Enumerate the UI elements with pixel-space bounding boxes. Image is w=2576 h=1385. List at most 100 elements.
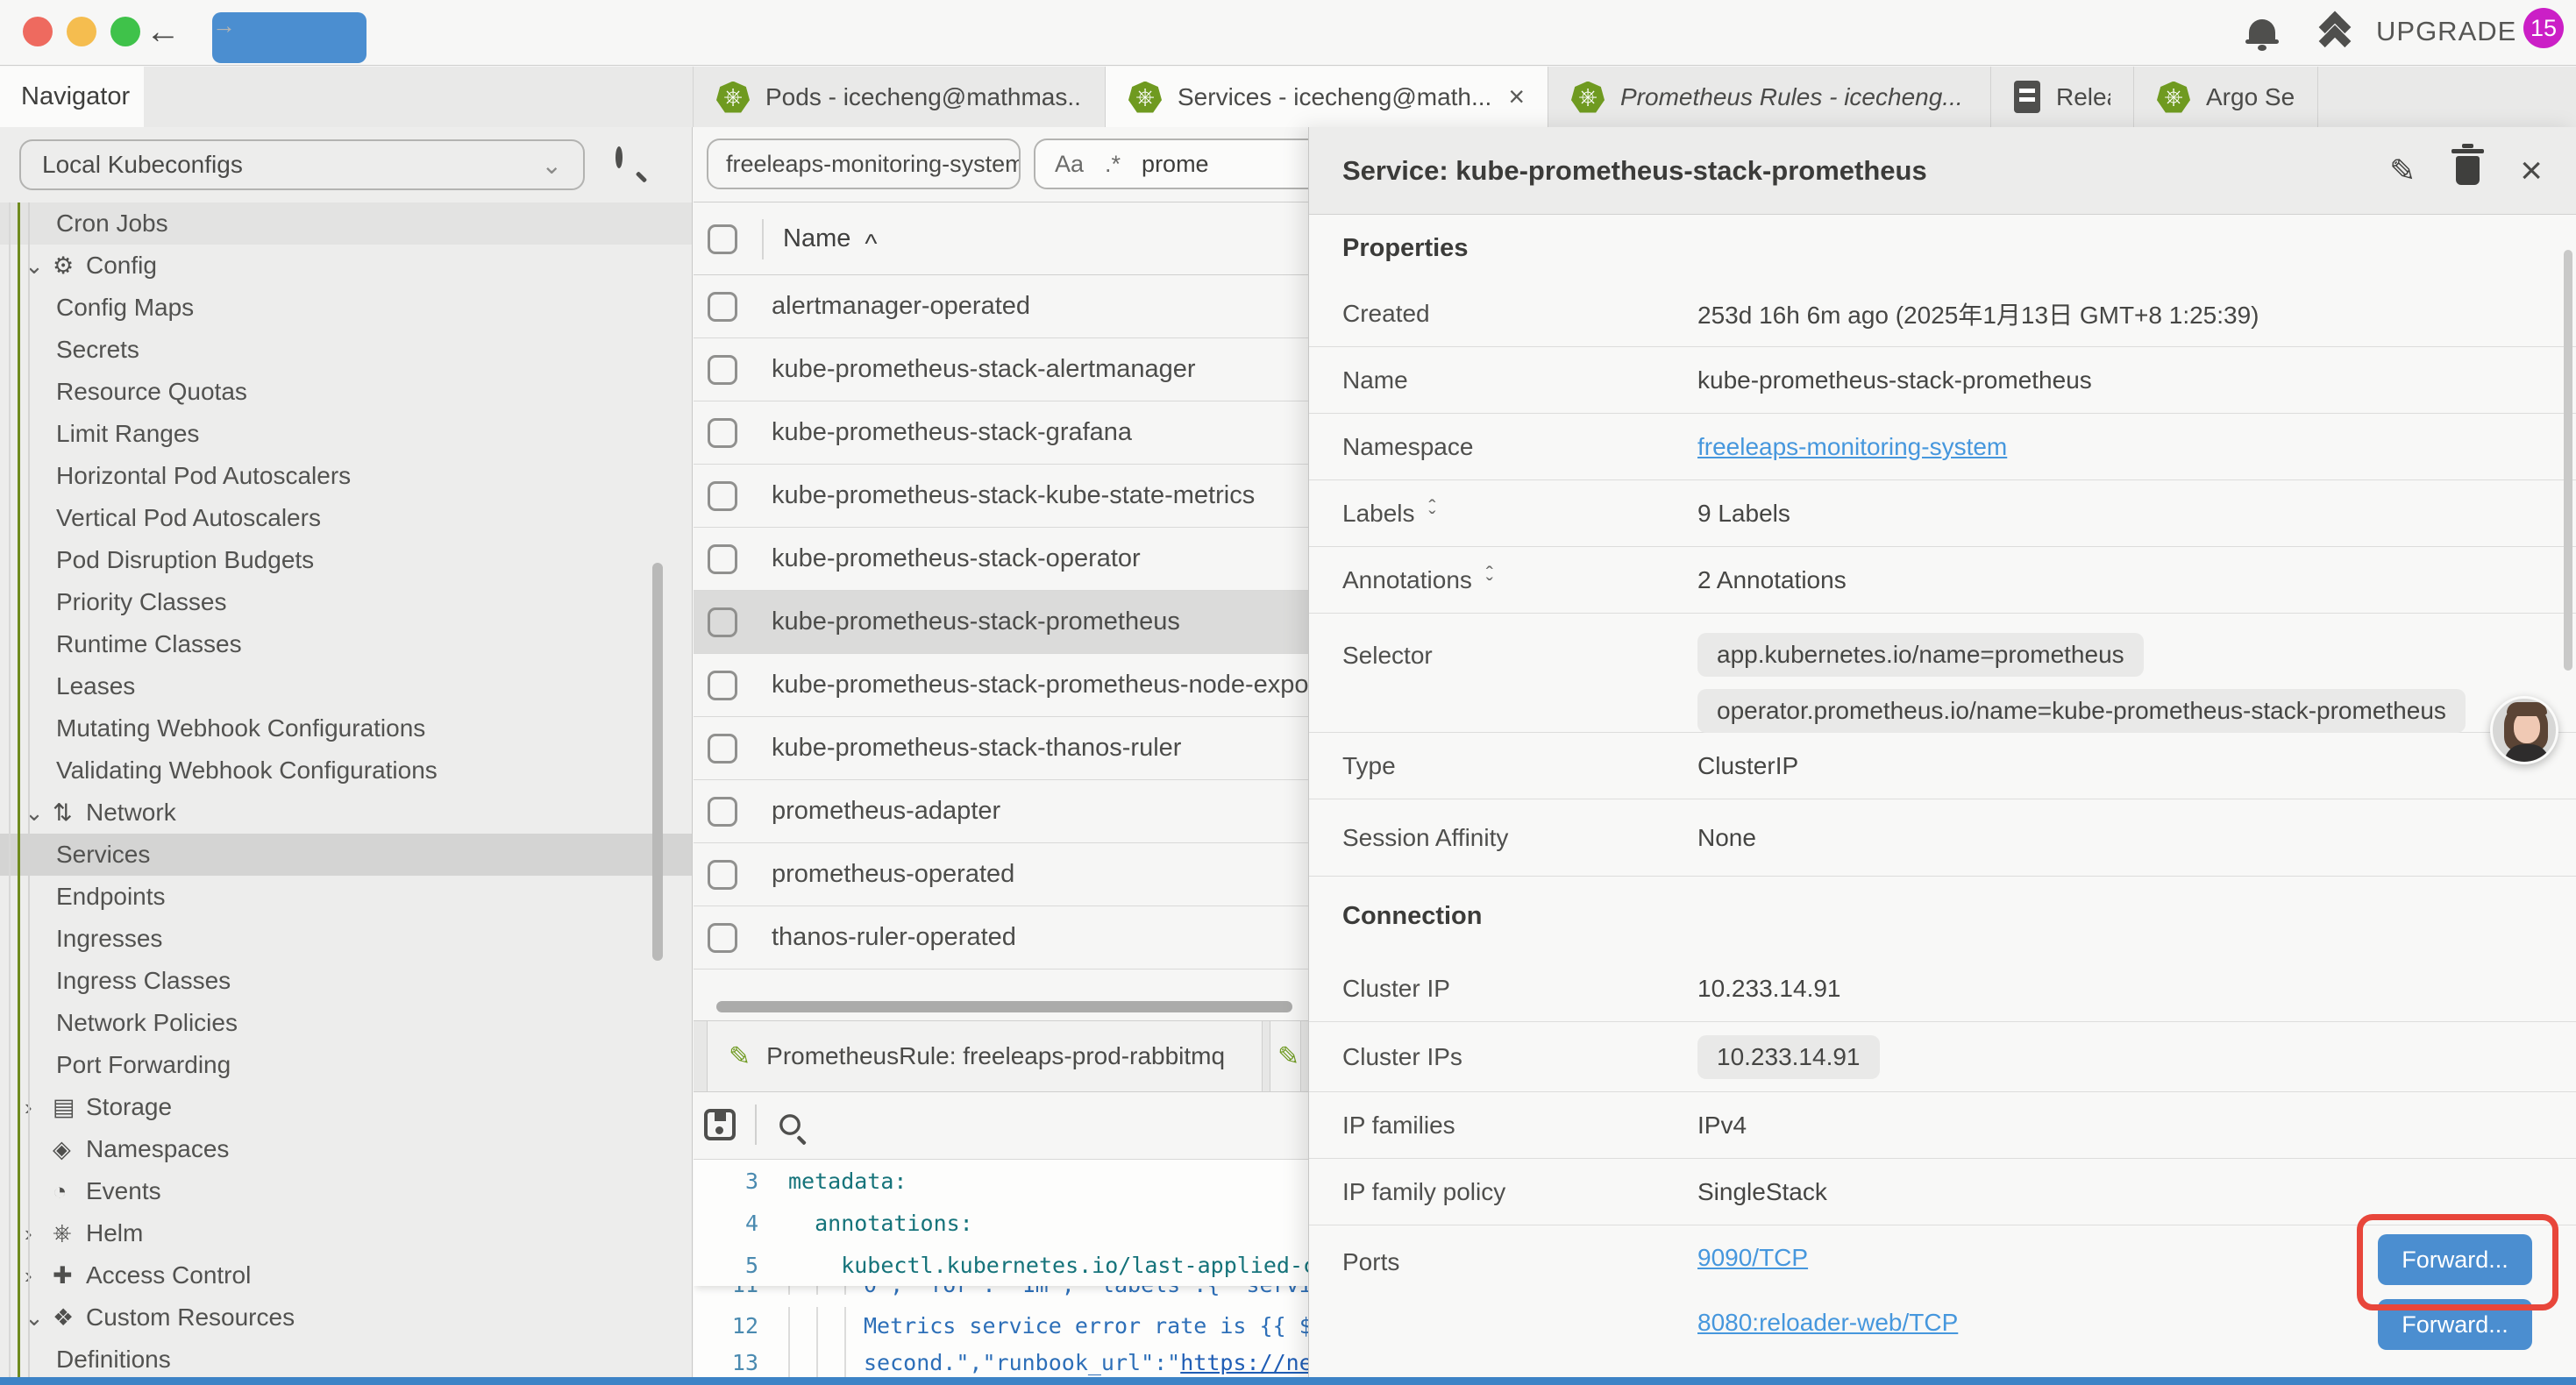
forward-port-button[interactable]: Forward... — [2378, 1234, 2532, 1285]
close-panel-icon[interactable]: × — [2520, 152, 2543, 190]
back-arrow-icon[interactable]: ← — [146, 12, 181, 52]
search-icon[interactable] — [616, 146, 623, 168]
row-checkbox[interactable] — [708, 734, 737, 764]
namespace-link[interactable]: freeleaps-monitoring-system — [1697, 433, 2007, 461]
yaml-editor[interactable]: 3 metadata: 4 annotations: 5 kubectl.kub… — [694, 1159, 1308, 1377]
row-checkbox[interactable] — [708, 923, 737, 953]
forward-port-button[interactable]: Forward... — [2378, 1299, 2532, 1350]
annotations-value[interactable]: 2 Annotations — [1697, 566, 1847, 594]
sidebar-tree-item[interactable]: ⌄ ❖ Custom Resources — [0, 1296, 692, 1339]
sidebar-tree-item[interactable]: Runtime Classes — [0, 623, 692, 665]
table-row[interactable]: prometheus-adapter — [694, 780, 1308, 843]
row-checkbox[interactable] — [708, 607, 737, 637]
labels-value[interactable]: 9 Labels — [1697, 500, 1790, 528]
sidebar-tree-item[interactable]: Priority Classes — [0, 581, 692, 623]
maximize-window-icon[interactable] — [110, 17, 140, 46]
namespace-select[interactable]: freeleaps-monitoring-system ⌄ — [707, 138, 1021, 189]
sidebar-tree-item[interactable]: ◈ Namespaces — [0, 1128, 692, 1170]
notifications-bell-icon[interactable] — [2249, 19, 2275, 42]
tree-item-label: Services — [56, 841, 150, 869]
row-checkbox[interactable] — [708, 860, 737, 890]
table-row[interactable]: kube-prometheus-stack-operator — [694, 528, 1308, 591]
filter-input[interactable]: Aa .* prome — [1034, 138, 1323, 189]
editor-tab[interactable]: ✎ PrometheusRule: freeleaps-prod-rabbitm… — [707, 1021, 1263, 1091]
table-row[interactable]: kube-prometheus-stack-thanos-ruler — [694, 717, 1308, 780]
expand-collapse-icon[interactable]: ˆˇ — [1486, 569, 1493, 592]
table-row[interactable]: alertmanager-operated — [694, 275, 1308, 338]
name-column-header[interactable]: Name — [783, 224, 850, 253]
edit-service-icon[interactable]: ✎ — [2389, 153, 2416, 189]
row-checkbox[interactable] — [708, 355, 737, 385]
port-link[interactable]: 8080:reloader-web/TCP — [1697, 1309, 1958, 1337]
close-tab-icon[interactable]: × — [1508, 81, 1525, 113]
workspace-tab[interactable]: Pods - icecheng@mathmas... — [694, 67, 1106, 127]
ip-family-policy-value: SingleStack — [1697, 1178, 1827, 1206]
sidebar-tree-item[interactable]: Ingresses — [0, 918, 692, 960]
detail-scrollbar-thumb[interactable] — [2564, 250, 2572, 671]
table-row[interactable]: kube-prometheus-stack-alertmanager — [694, 338, 1308, 401]
user-avatar[interactable] — [2490, 696, 2558, 764]
editor-search-icon[interactable] — [779, 1114, 801, 1135]
sidebar-tree-item[interactable]: Leases — [0, 665, 692, 707]
workspace-tab[interactable]: Prometheus Rules - icecheng... — [1548, 67, 1991, 127]
sidebar-tree-item[interactable]: Validating Webhook Configurations — [0, 749, 692, 792]
upgrade-button[interactable]: UPGRADE — [2316, 11, 2516, 53]
port-link[interactable]: 9090/TCP — [1697, 1244, 1808, 1272]
sidebar-tree-item[interactable]: Pod Disruption Budgets — [0, 539, 692, 581]
select-all-checkbox[interactable] — [708, 224, 737, 254]
sidebar-tree-item[interactable]: Vertical Pod Autoscalers — [0, 497, 692, 539]
row-checkbox[interactable] — [708, 544, 737, 574]
sidebar-tree-item[interactable]: ◔ Events — [0, 1170, 692, 1212]
sidebar-tree-item[interactable]: Endpoints — [0, 876, 692, 918]
workspace-tab[interactable]: Argo Se — [2134, 67, 2318, 127]
kubeconfig-select[interactable]: Local Kubeconfigs ⌄ — [19, 139, 585, 190]
indent-guides — [788, 1307, 851, 1344]
sidebar-tree-item[interactable]: ⌄ ⚙ Config — [0, 245, 692, 287]
sidebar-tree-item[interactable]: Mutating Webhook Configurations — [0, 707, 692, 749]
sidebar-tree-item[interactable]: Ingress Classes — [0, 960, 692, 1002]
sidebar-tree-item[interactable]: Port Forwarding — [0, 1044, 692, 1086]
sidebar-tree-item[interactable]: Definitions — [0, 1339, 692, 1381]
save-icon[interactable] — [704, 1109, 736, 1140]
notification-count-badge[interactable]: 15 — [2523, 8, 2564, 48]
table-row[interactable]: kube-prometheus-stack-grafana — [694, 401, 1308, 465]
sidebar-scrollbar-thumb[interactable] — [652, 563, 663, 961]
sidebar-tree-item[interactable]: › ▤ Storage — [0, 1086, 692, 1128]
table-row[interactable]: thanos-ruler-operated — [694, 906, 1308, 970]
sidebar-tree-item[interactable]: › ✚ Access Control — [0, 1254, 692, 1296]
horizontal-scrollbar-thumb[interactable] — [716, 1001, 1292, 1012]
sidebar-tree-item[interactable]: Services — [0, 834, 692, 876]
column-divider — [762, 219, 764, 259]
row-checkbox[interactable] — [708, 418, 737, 448]
sidebar-tree-item[interactable]: Network Policies — [0, 1002, 692, 1044]
table-row[interactable]: prometheus-operated — [694, 843, 1308, 906]
sidebar-tree-item[interactable]: Resource Quotas — [0, 371, 692, 413]
workspace-tab[interactable]: Release Notes — [1991, 67, 2134, 127]
table-row[interactable]: kube-prometheus-stack-kube-state-metrics — [694, 465, 1308, 528]
row-checkbox[interactable] — [708, 671, 737, 700]
regex-toggle[interactable]: .* — [1105, 151, 1121, 178]
table-row[interactable]: kube-prometheus-stack-prometheus-node-ex… — [694, 654, 1308, 717]
expand-collapse-icon[interactable]: ˆˇ — [1429, 502, 1436, 525]
row-checkbox[interactable] — [708, 797, 737, 827]
table-row[interactable]: kube-prometheus-stack-prometheus — [694, 591, 1308, 654]
workspace-tab[interactable]: Services - icecheng@math... × — [1106, 67, 1548, 127]
sidebar-tree-item[interactable]: ⌄ ⇅ Network — [0, 792, 692, 834]
sidebar-tree-item[interactable]: Cron Jobs — [0, 202, 692, 245]
editor-tab-partial[interactable]: ✎ — [1270, 1021, 1301, 1091]
sidebar-tree-item[interactable]: › ⎈ Helm — [0, 1212, 692, 1254]
match-case-toggle[interactable]: Aa — [1055, 151, 1084, 178]
delete-service-icon[interactable] — [2456, 156, 2480, 185]
forward-arrow-icon[interactable]: → — [212, 12, 366, 63]
row-checkbox[interactable] — [708, 481, 737, 511]
row-checkbox[interactable] — [708, 292, 737, 322]
sort-ascending-icon[interactable]: ^ — [865, 230, 877, 259]
sidebar-tree-item[interactable]: Horizontal Pod Autoscalers — [0, 455, 692, 497]
navigator-tab[interactable]: Navigator — [0, 67, 144, 127]
sidebar-tree-item[interactable]: Limit Ranges — [0, 413, 692, 455]
editor-line: 5 kubectl.kubernetes.io/last-applied-co — [694, 1244, 1308, 1286]
minimize-window-icon[interactable] — [67, 17, 96, 46]
close-window-icon[interactable] — [23, 17, 53, 46]
sidebar-tree-item[interactable]: Config Maps — [0, 287, 692, 329]
sidebar-tree-item[interactable]: Secrets — [0, 329, 692, 371]
